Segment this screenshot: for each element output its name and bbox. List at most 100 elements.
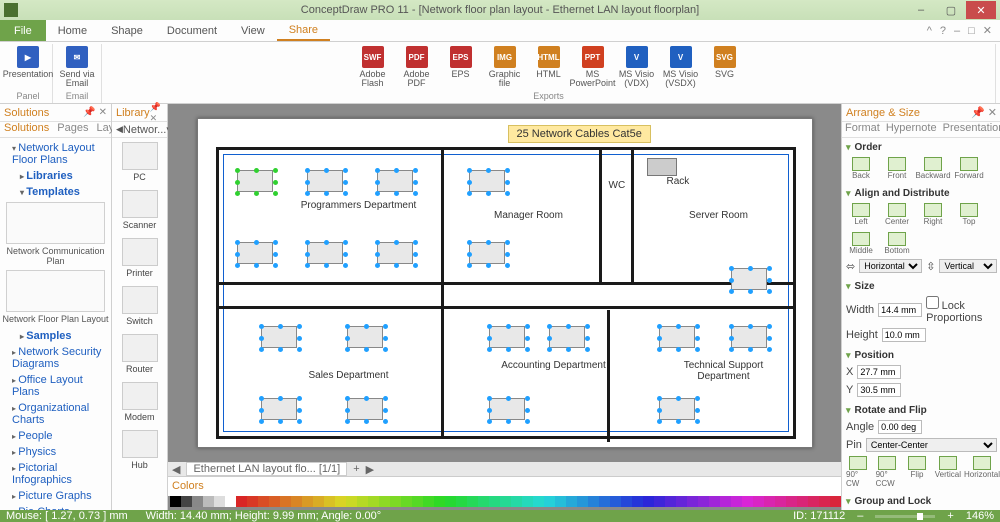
color-swatch[interactable] bbox=[291, 496, 302, 507]
lock-proportions-checkbox[interactable] bbox=[926, 296, 939, 309]
zoom-out[interactable]: – bbox=[857, 510, 863, 522]
rack-shape[interactable] bbox=[647, 158, 677, 176]
network-device[interactable] bbox=[237, 170, 273, 192]
tab-home[interactable]: Home bbox=[46, 20, 99, 41]
network-device[interactable] bbox=[307, 170, 343, 192]
color-swatch[interactable] bbox=[522, 496, 533, 507]
tree-templates[interactable]: Templates bbox=[2, 184, 109, 200]
presentation-button[interactable]: ▶ Presentation bbox=[8, 44, 48, 91]
color-swatch[interactable] bbox=[676, 496, 687, 507]
color-swatch[interactable] bbox=[401, 496, 412, 507]
color-swatch[interactable] bbox=[368, 496, 379, 507]
color-swatch[interactable] bbox=[412, 496, 423, 507]
network-device[interactable] bbox=[377, 170, 413, 192]
tree-libraries[interactable]: Libraries bbox=[2, 168, 109, 184]
tree-sample-item[interactable]: Pictorial Infographics bbox=[2, 460, 109, 488]
color-swatch[interactable] bbox=[302, 496, 313, 507]
color-swatch[interactable] bbox=[786, 496, 797, 507]
color-swatch[interactable] bbox=[709, 496, 720, 507]
color-swatch[interactable] bbox=[731, 496, 742, 507]
color-swatch[interactable] bbox=[742, 496, 753, 507]
color-swatch[interactable] bbox=[434, 496, 445, 507]
tab-document[interactable]: Document bbox=[155, 20, 229, 41]
tree-sample-item[interactable]: Physics bbox=[2, 444, 109, 460]
color-swatch[interactable] bbox=[423, 496, 434, 507]
page-next[interactable]: ▶ bbox=[366, 463, 374, 476]
ribbon-collapse-icon[interactable]: ^ bbox=[927, 25, 932, 37]
mdi-max[interactable]: □ bbox=[968, 25, 975, 37]
network-device[interactable] bbox=[731, 268, 767, 290]
help-icon[interactable]: ? bbox=[940, 25, 946, 37]
color-swatch[interactable] bbox=[830, 496, 841, 507]
library-item-modem[interactable]: Modem bbox=[112, 378, 167, 426]
export-adobe-flash[interactable]: SWFAdobe Flash bbox=[353, 44, 393, 91]
color-swatch[interactable] bbox=[819, 496, 830, 507]
library-item-router[interactable]: Router bbox=[112, 330, 167, 378]
color-swatch[interactable] bbox=[775, 496, 786, 507]
y-input[interactable] bbox=[857, 383, 901, 397]
export-graphic-file[interactable]: IMGGraphic file bbox=[485, 44, 525, 91]
template-thumb[interactable] bbox=[6, 270, 105, 312]
mdi-min[interactable]: – bbox=[954, 25, 960, 37]
canvas-viewport[interactable]: 25 Network Cables Cat5e Programmers Depa… bbox=[168, 104, 841, 462]
network-device[interactable] bbox=[347, 398, 383, 420]
color-swatch[interactable] bbox=[390, 496, 401, 507]
color-swatch[interactable] bbox=[445, 496, 456, 507]
color-swatch[interactable] bbox=[324, 496, 335, 507]
color-swatch[interactable] bbox=[753, 496, 764, 507]
color-swatch[interactable] bbox=[225, 496, 236, 507]
tab-share[interactable]: Share bbox=[277, 20, 330, 41]
library-breadcrumb[interactable]: ◀ Networ... ▾ bbox=[112, 122, 167, 138]
network-device[interactable] bbox=[731, 326, 767, 348]
network-device[interactable] bbox=[469, 242, 505, 264]
order-front[interactable]: Front bbox=[882, 157, 912, 180]
network-device[interactable] bbox=[489, 398, 525, 420]
library-item-printer[interactable]: Printer bbox=[112, 234, 167, 282]
tree-sample-item[interactable]: Picture Graphs bbox=[2, 488, 109, 504]
color-swatch[interactable] bbox=[610, 496, 621, 507]
rp-tab-format[interactable]: Format bbox=[842, 122, 883, 137]
color-swatch[interactable] bbox=[214, 496, 225, 507]
color-swatch[interactable] bbox=[720, 496, 731, 507]
color-swatch[interactable] bbox=[566, 496, 577, 507]
mdi-close[interactable]: ✕ bbox=[983, 24, 992, 37]
rp-pin-icon[interactable]: 📌 ✕ bbox=[971, 106, 997, 119]
color-swatch[interactable] bbox=[247, 496, 258, 507]
library-item-scanner[interactable]: Scanner bbox=[112, 186, 167, 234]
drawing-page[interactable]: 25 Network Cables Cat5e Programmers Depa… bbox=[197, 118, 813, 448]
color-swatch[interactable] bbox=[313, 496, 324, 507]
rp-tab-hypernote[interactable]: Hypernote bbox=[883, 122, 940, 137]
zoom-in[interactable]: + bbox=[947, 510, 953, 522]
maximize-button[interactable]: ▢ bbox=[936, 1, 966, 19]
color-swatch[interactable] bbox=[544, 496, 555, 507]
color-swatch[interactable] bbox=[181, 496, 192, 507]
rotate-flip[interactable]: Flip bbox=[905, 456, 929, 488]
library-item-pc[interactable]: PC bbox=[112, 138, 167, 186]
color-swatch[interactable] bbox=[478, 496, 489, 507]
page-tab[interactable]: Ethernet LAN layout flo... [1/1] bbox=[186, 462, 347, 476]
height-input[interactable] bbox=[882, 328, 926, 342]
color-swatch[interactable] bbox=[379, 496, 390, 507]
color-swatches[interactable] bbox=[168, 496, 841, 510]
rotate--cw[interactable]: 90° CW bbox=[846, 456, 870, 488]
color-swatch[interactable] bbox=[588, 496, 599, 507]
close-button[interactable]: ✕ bbox=[966, 1, 996, 19]
color-swatch[interactable] bbox=[643, 496, 654, 507]
pin-icon[interactable]: 📌 ✕ bbox=[83, 107, 107, 118]
color-swatch[interactable] bbox=[511, 496, 522, 507]
color-swatch[interactable] bbox=[764, 496, 775, 507]
color-swatch[interactable] bbox=[346, 496, 357, 507]
tab-shape[interactable]: Shape bbox=[99, 20, 155, 41]
zoom-slider[interactable] bbox=[875, 515, 935, 518]
align-vertical-select[interactable]: Vertical bbox=[939, 259, 997, 273]
tree-samples[interactable]: Samples bbox=[2, 328, 109, 344]
color-swatch[interactable] bbox=[577, 496, 588, 507]
annotation-callout[interactable]: 25 Network Cables Cat5e bbox=[508, 125, 651, 143]
network-device[interactable] bbox=[237, 242, 273, 264]
export-svg[interactable]: SVGSVG bbox=[705, 44, 745, 91]
page-prev[interactable]: ◀ bbox=[172, 463, 180, 476]
color-swatch[interactable] bbox=[357, 496, 368, 507]
color-swatch[interactable] bbox=[500, 496, 511, 507]
tree-sample-item[interactable]: People bbox=[2, 428, 109, 444]
color-swatch[interactable] bbox=[665, 496, 676, 507]
